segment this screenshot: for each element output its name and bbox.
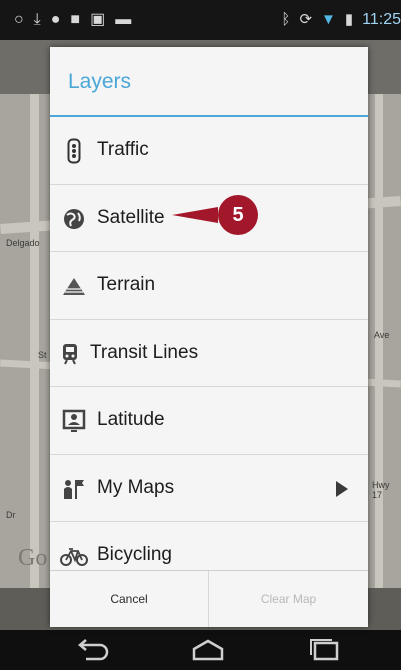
image-icon: ▣	[90, 11, 106, 28]
google-watermark: Go	[18, 545, 48, 571]
battery-icon: ▮	[344, 11, 354, 28]
map-label: Dr	[6, 510, 16, 520]
terrain-icon	[60, 272, 88, 300]
globe-icon	[60, 205, 88, 233]
layer-label: Transit Lines	[90, 341, 199, 363]
layer-label: Traffic	[97, 139, 149, 160]
step-callout: 5	[172, 195, 258, 235]
map-road	[30, 94, 39, 594]
layer-label: My Maps	[97, 476, 175, 498]
app-icon: ■	[70, 11, 81, 28]
layer-item-traffic[interactable]: Traffic	[50, 117, 368, 185]
layer-label: Satellite	[97, 206, 165, 228]
system-icons: ᛒ ⟳ ▼ ▮ 11:25	[281, 10, 401, 30]
layers-dialog: Layers Traffic Satellite Terrain Transit…	[50, 47, 368, 627]
status-bar: ○ ⤓ ● ■ ▣ ▬ ᛒ ⟳ ▼ ▮ 11:25	[0, 0, 401, 40]
status-time: 11:25	[362, 11, 401, 28]
clear-map-button[interactable]: Clear Map	[209, 571, 368, 627]
layer-label: Bicycling	[97, 544, 172, 565]
layer-label: Terrain	[97, 274, 156, 295]
cancel-button[interactable]: Cancel	[50, 571, 209, 627]
map-label: Ave	[374, 330, 390, 340]
bicycle-icon	[60, 542, 88, 570]
bluetooth-icon: ᛒ	[281, 11, 291, 28]
back-icon[interactable]	[72, 637, 112, 663]
layer-item-latitude[interactable]: Latitude	[50, 387, 368, 455]
latitude-icon	[60, 407, 88, 435]
layer-label: Latitude	[97, 409, 165, 430]
callout-number: 5	[218, 195, 258, 235]
map-label: Delgado	[6, 238, 40, 248]
callout-arrow	[172, 207, 218, 223]
map-label: Hwy 17	[372, 480, 390, 500]
dialog-actions: Cancel Clear Map	[50, 570, 368, 627]
home-icon[interactable]	[188, 637, 228, 663]
map-label: St	[38, 350, 47, 360]
download-icon: ⤓	[33, 11, 41, 28]
chat-icon: ●	[50, 11, 61, 28]
android-screen: ○ ⤓ ● ■ ▣ ▬ ᛒ ⟳ ▼ ▮ 11:25 Delgado St Ave…	[0, 0, 401, 670]
notification-icons: ○ ⤓ ● ■ ▣ ▬	[14, 10, 131, 30]
layer-item-transit-lines[interactable]: Transit Lines	[50, 320, 368, 387]
traffic-light-icon	[60, 137, 88, 165]
my-maps-icon	[60, 475, 88, 503]
dialog-title: Layers	[68, 70, 132, 93]
wifi-icon: ▼	[321, 11, 336, 28]
rotate-icon: ⟳	[299, 11, 313, 28]
layer-item-my-maps[interactable]: My Maps	[50, 455, 368, 522]
train-icon	[56, 340, 84, 368]
map-road	[375, 94, 383, 594]
chevron-right-icon	[336, 480, 348, 497]
navigation-bar	[0, 630, 401, 670]
game-icon: ▬	[115, 11, 132, 28]
layer-list: Traffic Satellite Terrain Transit Lines	[50, 117, 368, 590]
ring-icon: ○	[14, 11, 24, 28]
layer-item-terrain[interactable]: Terrain	[50, 252, 368, 320]
recents-icon[interactable]	[305, 637, 345, 663]
